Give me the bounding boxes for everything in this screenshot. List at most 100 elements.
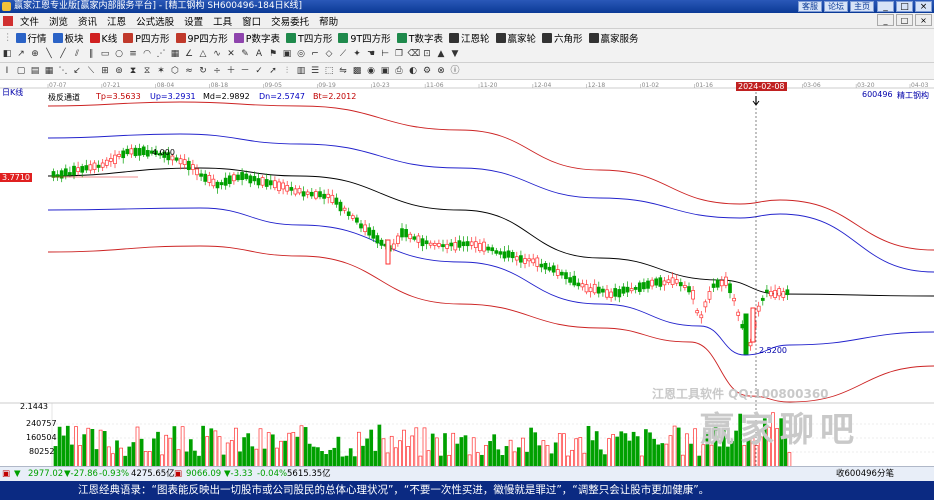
ray-icon[interactable]: ╱ bbox=[58, 49, 69, 60]
gann-line-icon[interactable]: ⟍ bbox=[86, 66, 97, 77]
bracket-icon[interactable]: ⌐ bbox=[310, 49, 321, 60]
minimize-button[interactable]: _ bbox=[877, 1, 894, 12]
erase-icon[interactable]: ⌫ bbox=[408, 49, 421, 60]
gann-cycle-icon[interactable]: ↻ bbox=[198, 66, 209, 77]
menu-tools[interactable]: 工具 bbox=[208, 14, 237, 28]
down-icon[interactable]: ▼ bbox=[450, 49, 461, 60]
close-button[interactable]: × bbox=[915, 1, 932, 12]
fib-icon[interactable]: ≡ bbox=[128, 49, 139, 60]
gann-radar-icon[interactable]: ◉ bbox=[366, 66, 377, 77]
toolbar-button-10[interactable]: 赢家轮 bbox=[495, 31, 536, 45]
toolbar-button-8[interactable]: T数字表 bbox=[396, 31, 443, 45]
lock-icon[interactable]: ⊡ bbox=[422, 49, 433, 60]
toolbar-button-11[interactable]: 六角形 bbox=[542, 31, 583, 45]
menu-info[interactable]: 资讯 bbox=[73, 14, 102, 28]
gann-plus-icon[interactable]: ＋ bbox=[226, 66, 237, 77]
mdi-close-button[interactable]: × bbox=[915, 14, 932, 26]
toolbar-button-9[interactable]: 江恩轮 bbox=[449, 31, 490, 45]
gann-list-icon[interactable]: ☰ bbox=[310, 66, 321, 77]
gann-minus-icon[interactable]: － bbox=[240, 66, 251, 77]
rect-icon[interactable]: ▭ bbox=[100, 49, 111, 60]
gann-print-icon[interactable]: ⎙ bbox=[394, 66, 405, 77]
gann-split-icon[interactable]: ⫶ bbox=[282, 66, 293, 77]
gann-mark-icon[interactable]: ✓ bbox=[254, 66, 265, 77]
menu-settings[interactable]: 设置 bbox=[179, 14, 208, 28]
toolbar-button-3[interactable]: P四方形 bbox=[123, 31, 170, 45]
fan-icon[interactable]: ⋰ bbox=[156, 49, 167, 60]
title-link-service[interactable]: 客服 bbox=[798, 1, 822, 12]
cycle-icon[interactable]: ◎ bbox=[296, 49, 307, 60]
gann-table-icon[interactable]: ▩ bbox=[352, 66, 363, 77]
up-icon[interactable]: ▲ bbox=[436, 49, 447, 60]
gann-color-icon[interactable]: ◐ bbox=[408, 66, 419, 77]
gann-mirror-icon[interactable]: ⇋ bbox=[338, 66, 349, 77]
gann-target-icon[interactable]: ⊗ bbox=[436, 66, 447, 77]
gann-info-icon[interactable]: ⓘ bbox=[450, 66, 461, 77]
gann-fan-icon[interactable]: ⋱ bbox=[58, 66, 69, 77]
gann-square9-icon[interactable]: ⊞ bbox=[100, 66, 111, 77]
title-link-forum[interactable]: 论坛 bbox=[824, 1, 848, 12]
zoom-icon[interactable]: ⊕ bbox=[30, 49, 41, 60]
angle-icon[interactable]: ∠ bbox=[184, 49, 195, 60]
gann-box-icon[interactable]: ▤ bbox=[30, 66, 41, 77]
pivot-icon[interactable]: ✦ bbox=[352, 49, 363, 60]
gann-ratio-icon[interactable]: ÷ bbox=[212, 66, 223, 77]
menu-help[interactable]: 帮助 bbox=[314, 14, 343, 28]
gann-hex-icon[interactable]: ⬡ bbox=[170, 66, 181, 77]
diamond-icon[interactable]: ◇ bbox=[324, 49, 335, 60]
menu-gann[interactable]: 江恩 bbox=[102, 14, 131, 28]
square-tool-icon[interactable]: ▢ bbox=[16, 66, 27, 77]
box-icon[interactable]: ▣ bbox=[282, 49, 293, 60]
gann-settings-icon[interactable]: ⚙ bbox=[422, 66, 433, 77]
circle-icon[interactable]: ○ bbox=[114, 49, 125, 60]
channel-icon[interactable]: ⫽ bbox=[72, 49, 83, 60]
maximize-button[interactable]: □ bbox=[896, 1, 913, 12]
arc-icon[interactable]: ◠ bbox=[142, 49, 153, 60]
parallel-icon[interactable]: ∥ bbox=[86, 49, 97, 60]
gann-arrow-icon[interactable]: ➚ bbox=[268, 66, 279, 77]
tick-detail-link[interactable]: 收600496分笔 bbox=[836, 467, 894, 481]
gann-circle-icon[interactable]: ⊚ bbox=[114, 66, 125, 77]
hand-icon[interactable]: ☚ bbox=[366, 49, 377, 60]
toolbar-button-2[interactable]: K线 bbox=[89, 31, 117, 45]
wave-icon[interactable]: ∿ bbox=[212, 49, 223, 60]
title-bar[interactable]: 赢家江恩专业版[赢家内部服务平台] - [精工钢构 SH600496-184日K… bbox=[0, 0, 934, 13]
menu-browse[interactable]: 浏览 bbox=[44, 14, 73, 28]
toolbar-button-4[interactable]: 9P四方形 bbox=[175, 31, 228, 45]
menu-formula[interactable]: 公式选股 bbox=[131, 14, 179, 28]
grid-icon[interactable]: ▦ bbox=[170, 49, 181, 60]
toolbar-button-7[interactable]: 9T四方形 bbox=[338, 31, 391, 45]
kline-chart[interactable]: 07-07 07-21 08-04 08-18 09-05 09-19 10-23 11-06… bbox=[0, 80, 934, 467]
toolbar-button-6[interactable]: T四方形 bbox=[286, 31, 332, 45]
cross-icon[interactable]: ✕ bbox=[226, 49, 237, 60]
title-link-home[interactable]: 主页 bbox=[850, 1, 874, 12]
text-icon[interactable]: A bbox=[254, 49, 265, 60]
gann-time-icon[interactable]: ⧗ bbox=[128, 66, 139, 77]
toolbar-button-1[interactable]: 板块 bbox=[52, 31, 84, 45]
arrow-icon[interactable]: ↗ bbox=[16, 49, 27, 60]
ruler-icon[interactable]: ⊢ bbox=[380, 49, 391, 60]
pointer-icon[interactable]: I bbox=[2, 66, 13, 77]
toolbar-button-0[interactable]: 行情 bbox=[15, 31, 47, 45]
gann-star-icon[interactable]: ✶ bbox=[156, 66, 167, 77]
triangle-icon[interactable]: △ bbox=[198, 49, 209, 60]
gann-angle-icon[interactable]: ↙ bbox=[72, 66, 83, 77]
gann-frame-icon[interactable]: ⬚ bbox=[324, 66, 335, 77]
pen-icon[interactable]: ✎ bbox=[240, 49, 251, 60]
cursor-icon[interactable]: ◧ bbox=[2, 49, 13, 60]
gann-price-icon[interactable]: ⧖ bbox=[142, 66, 153, 77]
toolbar-button-5[interactable]: P数字表 bbox=[233, 31, 280, 45]
gann-wave-icon[interactable]: ≈ bbox=[184, 66, 195, 77]
menu-file[interactable]: 文件 bbox=[15, 14, 44, 28]
flag-icon[interactable]: ⚑ bbox=[268, 49, 279, 60]
mdi-minimize-button[interactable]: _ bbox=[877, 14, 894, 26]
menu-window[interactable]: 窗口 bbox=[237, 14, 266, 28]
gann-save-icon[interactable]: ▣ bbox=[380, 66, 391, 77]
line-icon[interactable]: ╲ bbox=[44, 49, 55, 60]
gann-bars-icon[interactable]: ▥ bbox=[296, 66, 307, 77]
speed-icon[interactable]: ⟋ bbox=[338, 49, 349, 60]
gann-grid-icon[interactable]: ▦ bbox=[44, 66, 55, 77]
clone-icon[interactable]: ❐ bbox=[394, 49, 405, 60]
toolbar-button-12[interactable]: 赢家服务 bbox=[588, 31, 639, 45]
menu-trade[interactable]: 交易委托 bbox=[266, 14, 314, 28]
